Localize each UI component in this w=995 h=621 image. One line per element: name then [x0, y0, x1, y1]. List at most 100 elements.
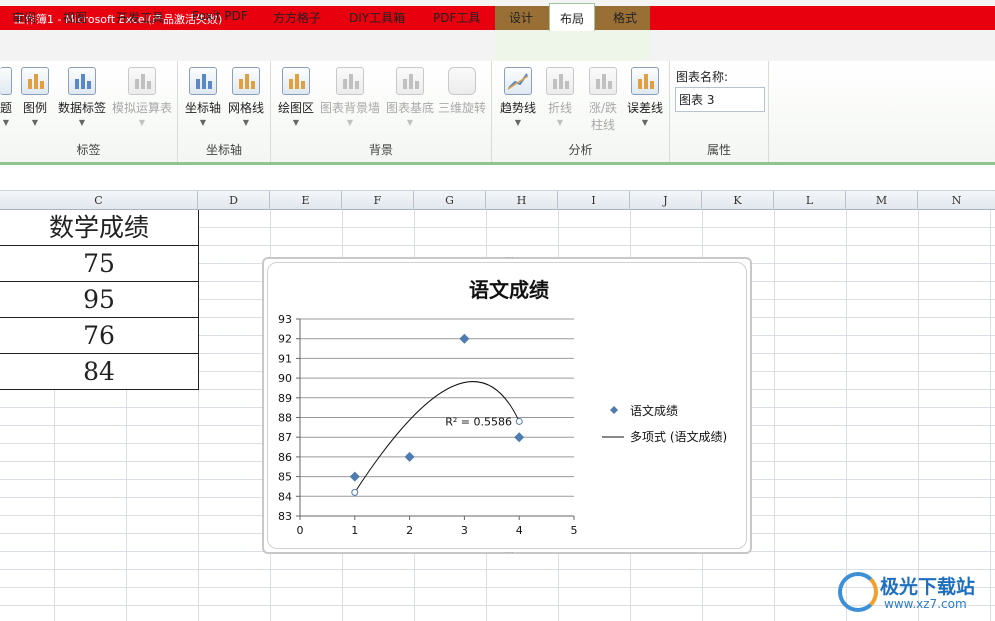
cell-header[interactable]: 数学成绩 [0, 210, 199, 246]
chevron-down-icon: ▼ [2, 118, 10, 127]
up-down-bars-icon [589, 67, 617, 95]
column-header-h[interactable]: H [486, 191, 558, 210]
column-header-l[interactable]: L [774, 191, 846, 210]
chart-title[interactable]: 语文成绩 [469, 278, 549, 302]
gridlines-icon [232, 67, 260, 95]
x-tick-label: 4 [516, 524, 523, 537]
data-points[interactable] [349, 333, 525, 482]
chart-title-button[interactable]: 题 ▼ [0, 67, 16, 127]
x-tick-label: 1 [351, 524, 358, 537]
tab-review[interactable]: 审阅 [12, 9, 36, 26]
formula-bar-row [0, 165, 995, 191]
plot-area-icon [282, 67, 310, 95]
cell-value[interactable]: 76 [0, 318, 199, 354]
y-tick-label: 85 [278, 471, 292, 484]
x-tick-label: 0 [297, 524, 304, 537]
chart-wall-button[interactable]: 图表背景墙 ▼ [320, 67, 380, 127]
chevron-down-icon: ▼ [641, 118, 649, 127]
y-tick-label: 92 [278, 333, 292, 346]
column-header-i[interactable]: I [558, 191, 630, 210]
chart-title-icon [0, 67, 12, 95]
chevron-down-icon: ▼ [138, 118, 146, 127]
error-bars-button[interactable]: 误差线 ▼ [625, 67, 665, 127]
chevron-down-icon: ▼ [242, 118, 250, 127]
x-axis-ticks: 0 1 2 3 4 5 [297, 516, 578, 537]
trendline-endpoint [515, 417, 523, 425]
column-header-j[interactable]: J [630, 191, 702, 210]
properties-group-label: 属性 [706, 143, 731, 157]
y-axis-ticks: 83 84 85 86 87 88 89 90 91 92 93 [278, 313, 300, 523]
trendline-button[interactable]: 趋势线 ▼ [498, 67, 538, 127]
column-header-g[interactable]: G [414, 191, 486, 210]
trendline[interactable] [351, 381, 523, 496]
x-tick-label: 3 [461, 524, 468, 537]
chart-object[interactable]: ···· ···· 语文成绩 83 84 85 86 87 88 89 90 91 92 93 01… [262, 255, 752, 557]
tab-pdf-tools[interactable]: PDF工具 [433, 9, 480, 26]
analysis-group-label: 分析 [568, 143, 593, 157]
column-header-n[interactable]: N [918, 191, 995, 210]
background-group: 绘图区 ▼ 图表背景墙 ▼ 图表基底 ▼ 三维旋转 背景 [271, 61, 492, 162]
watermark-title: 极光下载站 [880, 576, 976, 598]
tab-developer[interactable]: 开发工具 [116, 9, 164, 26]
column-header-e[interactable]: E [270, 191, 342, 210]
chart-floor-button[interactable]: 图表基底 ▼ [385, 67, 435, 127]
axes-group-label: 坐标轴 [205, 143, 242, 157]
legend-button[interactable]: 图例 ▼ [20, 67, 50, 127]
y-tick-label: 93 [278, 313, 292, 326]
legend-marker-diamond [610, 406, 618, 414]
tab-diy-toolbox[interactable]: DIY工具箱 [349, 9, 405, 26]
cell-value[interactable]: 84 [0, 354, 199, 390]
gridlines-button[interactable]: 网格线 ▼ [226, 67, 266, 127]
chevron-down-icon: ▼ [78, 118, 86, 127]
tab-layout[interactable]: 布局 [549, 3, 596, 31]
data-table-button[interactable]: 模拟运算表 ▼ [111, 67, 173, 127]
watermark-logo-icon [838, 572, 878, 612]
chart-svg: 语文成绩 83 84 85 86 87 88 89 90 91 92 93 0 1 2 3 4 5 R² = … [278, 278, 727, 537]
axes-group: 坐标轴 ▼ 网格线 ▼ 坐标轴 [178, 61, 271, 162]
chevron-down-icon: ▼ [346, 118, 354, 127]
tab-design[interactable]: 设计 [509, 9, 533, 26]
lines-button[interactable]: 折线 ▼ [543, 67, 577, 127]
cell-value[interactable]: 75 [0, 246, 199, 282]
gridlines [300, 318, 574, 517]
y-tick-label: 86 [278, 451, 292, 464]
y-tick-label: 83 [278, 510, 292, 523]
data-table-icon [128, 67, 156, 95]
3d-rotation-icon [448, 67, 476, 95]
y-tick-label: 87 [278, 431, 292, 444]
chevron-down-icon: ▼ [199, 118, 207, 127]
chart-floor-icon [396, 67, 424, 95]
plot-area-button[interactable]: 绘图区 ▼ [277, 67, 315, 127]
3d-rotation-button[interactable]: 三维旋转 [437, 67, 487, 116]
y-tick-label: 88 [278, 412, 292, 425]
y-tick-label: 89 [278, 392, 292, 405]
column-header-m[interactable]: M [846, 191, 918, 210]
legend-entry-series: 语文成绩 [630, 403, 678, 418]
r-squared-label[interactable]: R² = 0.5586 [445, 415, 512, 428]
watermark-url: www.xz7.com [884, 597, 967, 611]
column-header-d[interactable]: D [198, 191, 270, 210]
trendline-glyph [507, 73, 529, 90]
legend[interactable]: 语文成绩 多项式 (语文成绩) [602, 403, 727, 444]
lines-icon [546, 67, 574, 95]
chevron-down-icon: ▼ [31, 118, 39, 127]
up-down-bars-button[interactable]: 涨/跌 柱线 [584, 67, 622, 133]
axes-icon [189, 67, 217, 95]
tab-foxit-pdf[interactable]: Foxit PDF [192, 9, 248, 23]
tab-view[interactable]: 视图 [63, 9, 87, 26]
tab-format[interactable]: 格式 [613, 9, 637, 26]
chart-name-input[interactable] [675, 87, 765, 112]
tab-fangfang[interactable]: 方方格子 [273, 9, 321, 26]
data-labels-button[interactable]: 数据标签 ▼ [57, 67, 107, 127]
cell-value[interactable]: 95 [0, 282, 199, 318]
y-tick-label: 84 [278, 490, 292, 503]
column-header-f[interactable]: F [342, 191, 414, 210]
watermark: 极光下载站 www.xz7.com [838, 570, 988, 614]
column-header-c[interactable]: C [0, 191, 198, 210]
chevron-down-icon: ▼ [556, 118, 564, 127]
axes-button[interactable]: 坐标轴 ▼ [184, 67, 222, 127]
y-tick-label: 90 [278, 372, 292, 385]
chevron-down-icon: ▼ [292, 118, 300, 127]
data-point [459, 333, 470, 344]
column-header-k[interactable]: K [702, 191, 774, 210]
